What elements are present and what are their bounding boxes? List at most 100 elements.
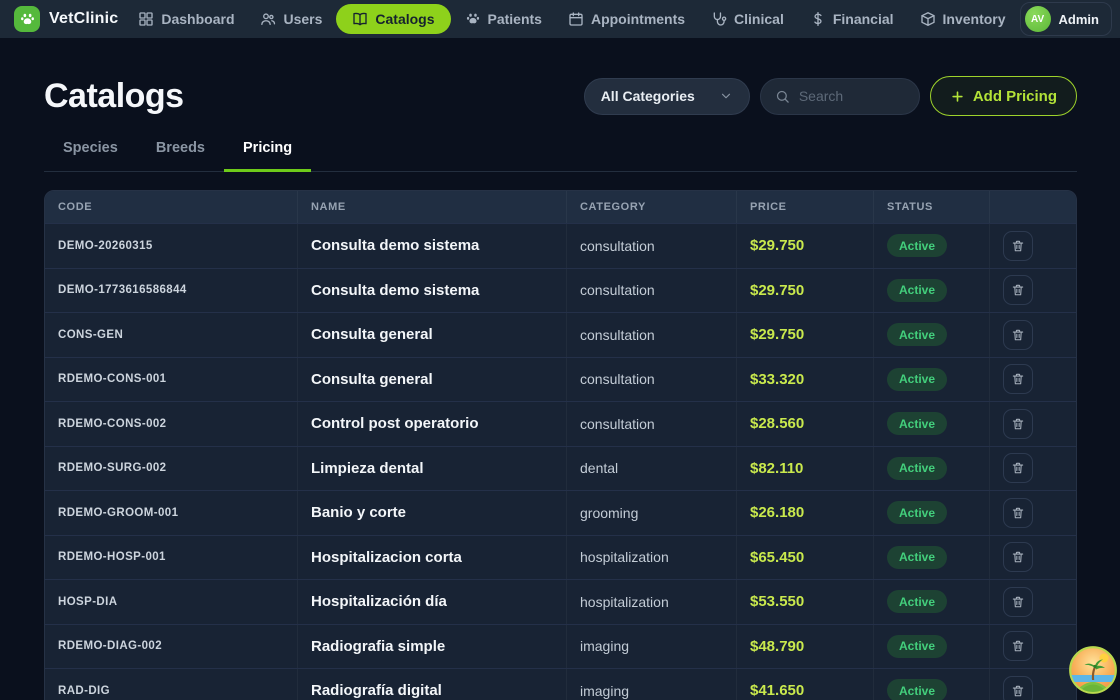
cell-name: Hospitalizacion corta — [311, 549, 462, 566]
dollar-icon — [810, 11, 826, 27]
status-badge: Active — [887, 234, 947, 257]
trash-icon — [1011, 506, 1025, 520]
nav-item-financial[interactable]: Financial — [798, 5, 906, 33]
cell-price: $33.320 — [750, 371, 804, 388]
nav-item-label: Patients — [488, 11, 542, 27]
stethoscope-icon — [711, 11, 727, 27]
cell-price: $26.180 — [750, 504, 804, 521]
table-row: RDEMO-CONS-001Consulta generalconsultati… — [45, 357, 1076, 402]
user-menu[interactable]: AV Admin — [1020, 2, 1112, 36]
trash-icon — [1011, 417, 1025, 431]
delete-row-button[interactable] — [1003, 676, 1033, 700]
tab-breeds[interactable]: Breeds — [137, 140, 224, 172]
cell-category: imaging — [580, 683, 629, 699]
avatar: AV — [1025, 6, 1051, 32]
cell-code: DEMO-20260315 — [58, 240, 153, 252]
nav-item-appointments[interactable]: Appointments — [556, 5, 697, 33]
trash-icon — [1011, 550, 1025, 564]
tab-pricing[interactable]: Pricing — [224, 140, 311, 172]
users-icon — [260, 11, 276, 27]
cell-price: $65.450 — [750, 549, 804, 566]
chevron-down-icon — [719, 89, 733, 103]
delete-row-button[interactable] — [1003, 275, 1033, 305]
cell-category: hospitalization — [580, 549, 669, 565]
search-icon — [775, 89, 790, 104]
table-row: DEMO-20260315Consulta demo sistemaconsul… — [45, 223, 1076, 268]
status-badge: Active — [887, 679, 947, 700]
cell-price: $82.110 — [750, 460, 803, 477]
delete-row-button[interactable] — [1003, 231, 1033, 261]
table-row: RDEMO-GROOM-001Banio y cortegrooming$26.… — [45, 490, 1076, 535]
paw-icon — [465, 11, 481, 27]
search-input[interactable] — [799, 88, 905, 104]
status-badge: Active — [887, 323, 947, 346]
cell-name: Radiografia simple — [311, 638, 445, 655]
nav-item-label: Inventory — [943, 11, 1006, 27]
table-body: DEMO-20260315Consulta demo sistemaconsul… — [45, 223, 1076, 700]
search-box[interactable] — [760, 78, 920, 115]
cell-name: Radiografía digital — [311, 682, 442, 699]
cell-price: $29.750 — [750, 237, 804, 254]
cell-category: consultation — [580, 371, 655, 387]
delete-row-button[interactable] — [1003, 587, 1033, 617]
add-pricing-button[interactable]: Add Pricing — [930, 76, 1077, 116]
cell-code: DEMO-1773616586844 — [58, 284, 187, 296]
nav-item-clinical[interactable]: Clinical — [699, 5, 796, 33]
cell-category: consultation — [580, 327, 655, 343]
main-nav: Dashboard UsersCatalogs Patients Appointmen… — [124, 4, 1019, 34]
island-widget-button[interactable] — [1069, 646, 1117, 694]
nav-item-inventory[interactable]: Inventory — [908, 5, 1018, 33]
plus-icon — [950, 89, 965, 104]
delete-row-button[interactable] — [1003, 409, 1033, 439]
delete-row-button[interactable] — [1003, 364, 1033, 394]
trash-icon — [1011, 239, 1025, 253]
nav-item-dashboard[interactable]: Dashboard — [126, 5, 246, 33]
trash-icon — [1011, 461, 1025, 475]
page-title: Catalogs — [44, 77, 184, 116]
delete-row-button[interactable] — [1003, 320, 1033, 350]
calendar-icon — [568, 11, 584, 27]
trash-icon — [1011, 639, 1025, 653]
status-badge: Active — [887, 412, 947, 435]
nav-item-label: Appointments — [591, 11, 685, 27]
cell-name: Limpieza dental — [311, 460, 424, 477]
column-header-price: Price — [737, 191, 874, 223]
nav-item-catalogs[interactable]: Catalogs — [336, 4, 450, 34]
delete-row-button[interactable] — [1003, 542, 1033, 572]
table-header-row: CodeNameCategoryPriceStatus — [45, 191, 1076, 223]
brand[interactable]: VetClinic — [8, 6, 124, 32]
island-icon — [1069, 646, 1117, 694]
trash-icon — [1011, 328, 1025, 342]
status-badge: Active — [887, 546, 947, 569]
nav-item-label: Dashboard — [161, 11, 234, 27]
cell-name: Hospitalización día — [311, 593, 447, 610]
delete-row-button[interactable] — [1003, 631, 1033, 661]
cell-code: HOSP-DIA — [58, 596, 117, 608]
status-badge: Active — [887, 590, 947, 613]
table-row: CONS-GENConsulta generalconsultation$29.… — [45, 312, 1076, 357]
brand-name: VetClinic — [49, 10, 118, 28]
nav-item-patients[interactable]: Patients — [453, 5, 554, 33]
nav-item-label: Clinical — [734, 11, 784, 27]
pricing-table: CodeNameCategoryPriceStatus DEMO-2026031… — [44, 190, 1077, 700]
table-row: RDEMO-SURG-002Limpieza dentaldental$82.1… — [45, 446, 1076, 491]
cell-category: hospitalization — [580, 594, 669, 610]
main-content: Catalogs All Categories Add Pricing Spec… — [0, 76, 1120, 700]
delete-row-button[interactable] — [1003, 498, 1033, 528]
nav-item-users[interactable]: Users — [248, 5, 334, 33]
status-badge: Active — [887, 368, 947, 391]
cell-code: RDEMO-GROOM-001 — [58, 507, 178, 519]
tab-species[interactable]: Species — [44, 140, 137, 172]
column-header-name: Name — [298, 191, 567, 223]
cell-code: RDEMO-CONS-002 — [58, 418, 166, 430]
cell-code: RDEMO-HOSP-001 — [58, 551, 166, 563]
category-filter-value: All Categories — [601, 88, 695, 104]
table-row: RDEMO-CONS-002Control post operatoriocon… — [45, 401, 1076, 446]
cell-price: $28.560 — [750, 415, 804, 432]
category-filter-select[interactable]: All Categories — [584, 78, 750, 115]
user-label: Admin — [1059, 12, 1099, 27]
delete-row-button[interactable] — [1003, 453, 1033, 483]
column-header-actions — [990, 191, 1076, 223]
dashboard-icon — [138, 11, 154, 27]
trash-icon — [1011, 684, 1025, 698]
